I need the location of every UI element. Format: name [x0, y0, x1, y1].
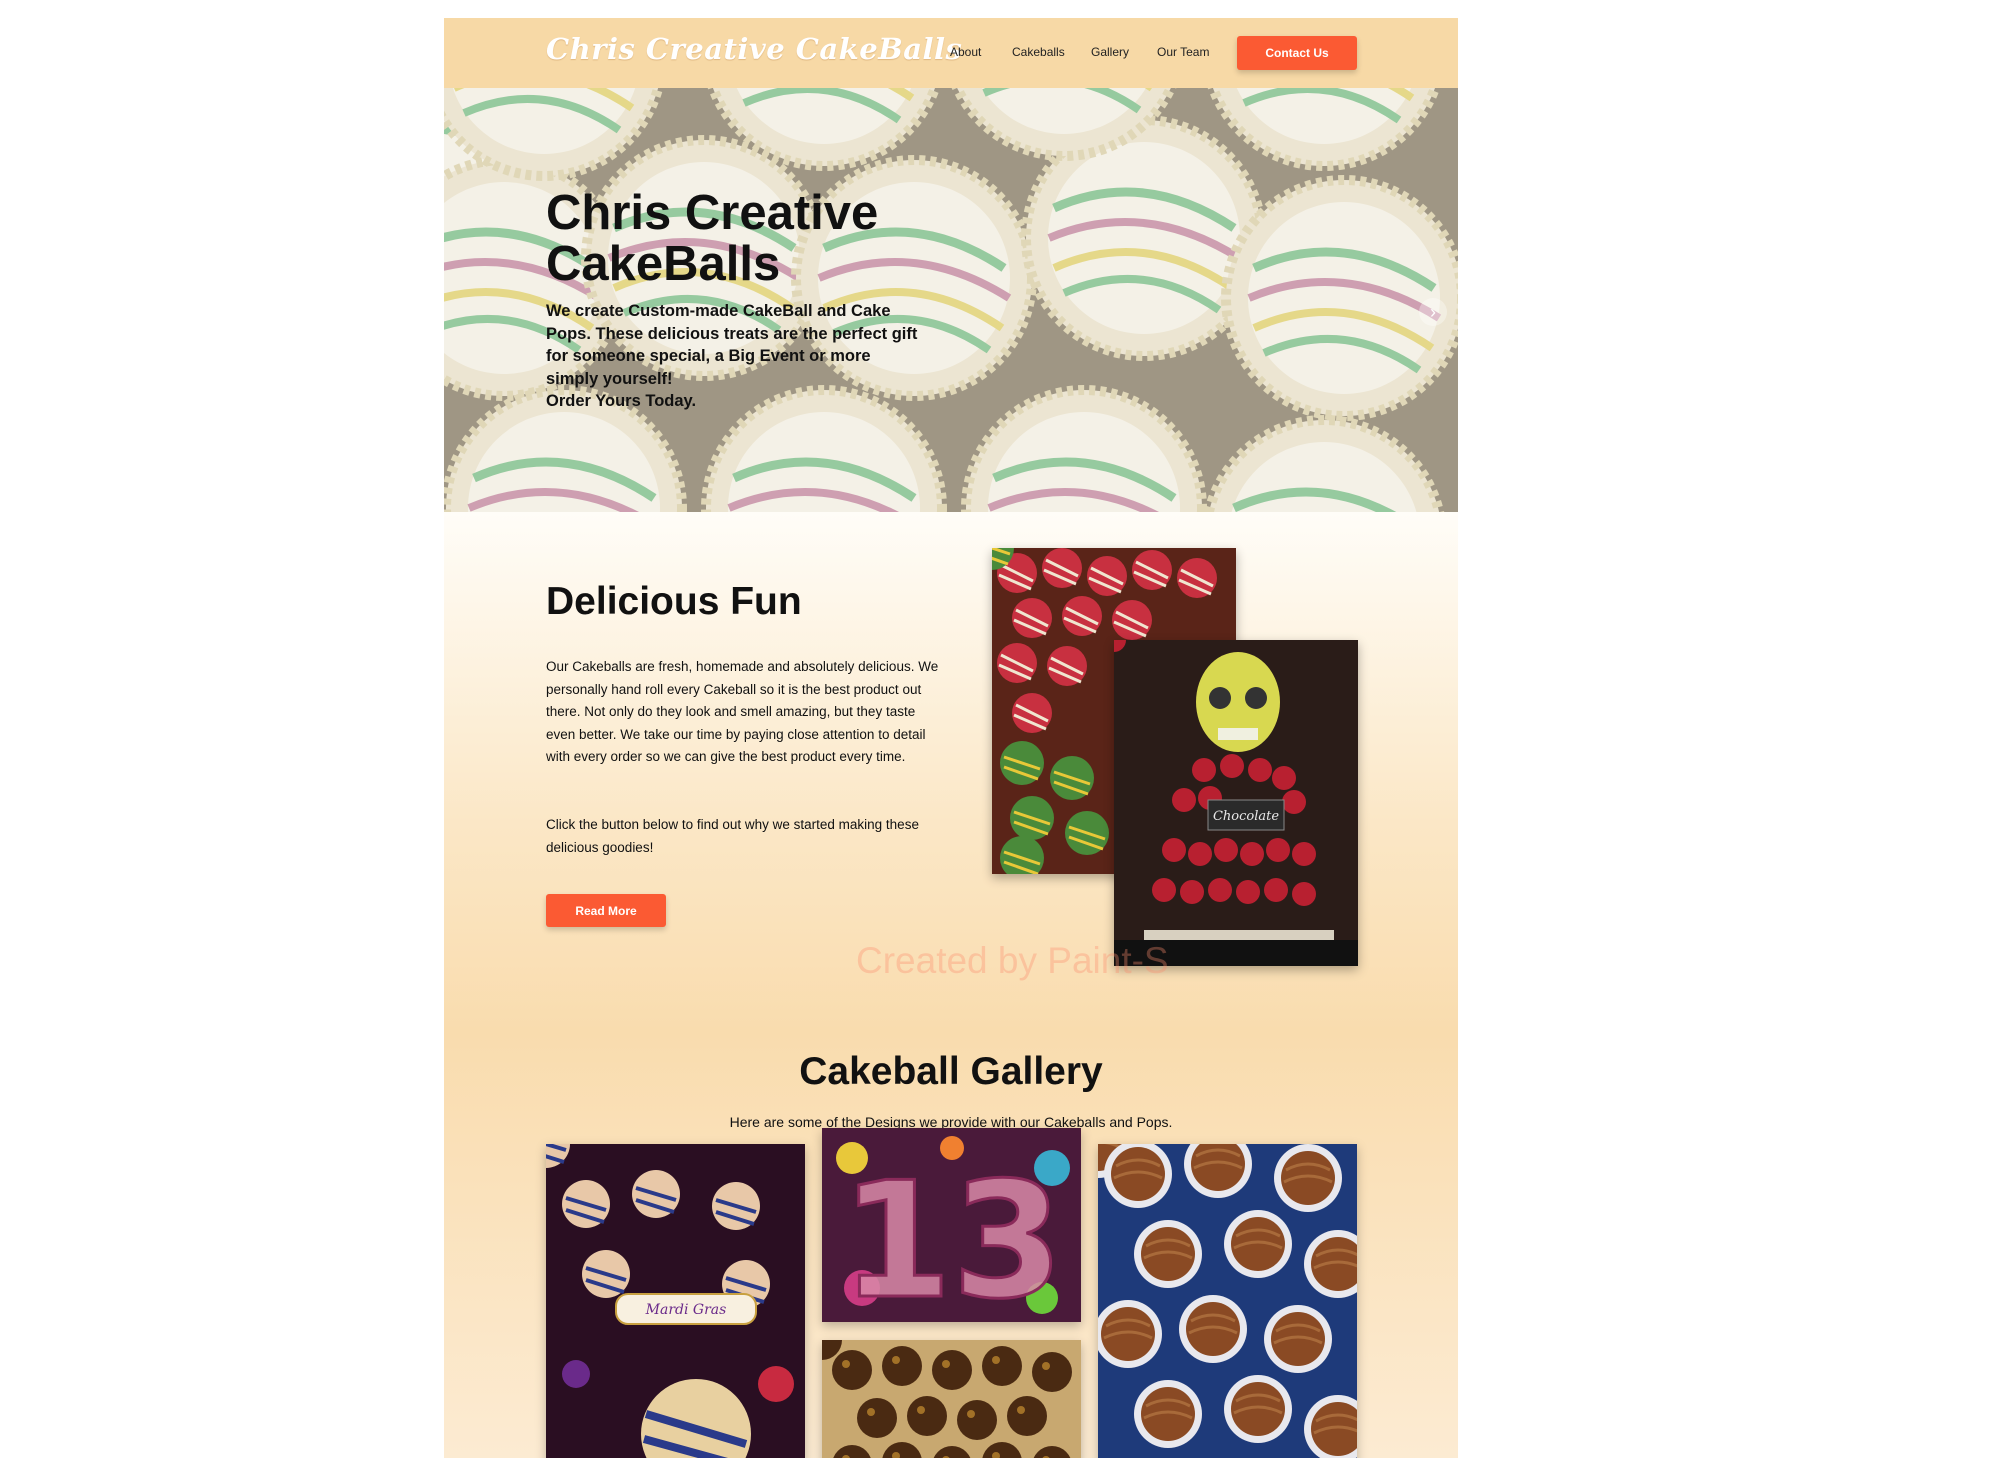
contact-us-button[interactable]: Contact Us	[1237, 36, 1357, 70]
about-section: Delicious Fun Our Cakeballs are fresh, h…	[444, 512, 1458, 1032]
watermark-text: Created by Paint-S	[856, 940, 1169, 981]
site-logo[interactable]: Chris Creative CakeBalls	[546, 32, 962, 66]
gallery-image-mardi-gras[interactable]: Mardi Gras	[546, 1144, 805, 1458]
chevron-right-icon[interactable]: ›	[1419, 298, 1447, 326]
hero-section: Chris Creative CakeBalls We create Custo…	[444, 88, 1458, 512]
gallery-image-number-13[interactable]: 13	[822, 1128, 1081, 1322]
hero-text-line1: We create Custom-made CakeBall and Cake …	[546, 302, 918, 388]
gallery-section: Cakeball Gallery Here are some of the De…	[444, 1032, 1458, 1458]
hero-title: Chris Creative CakeBalls	[546, 186, 879, 292]
site-header: Chris Creative CakeBalls About Cakeballs…	[444, 18, 1458, 88]
chocolate-sign: Chocolate	[1213, 809, 1279, 824]
nav-about[interactable]: About	[950, 45, 981, 59]
about-paragraph-1: Our Cakeballs are fresh, homemade and ab…	[546, 659, 939, 764]
skull-cakepop-display-photo: Chocolate	[1114, 640, 1358, 966]
gallery-image-chocolate-cakeballs[interactable]	[1098, 1144, 1357, 1458]
nav-cakeballs[interactable]: Cakeballs	[1012, 45, 1065, 59]
about-paragraph-2: Click the button below to find out why w…	[546, 817, 919, 855]
about-title: Delicious Fun	[546, 580, 802, 623]
gallery-image-chocolate-truffles[interactable]	[822, 1340, 1081, 1458]
mardi-gras-banner: Mardi Gras	[645, 1302, 727, 1318]
gallery-title: Cakeball Gallery	[799, 1050, 1103, 1093]
read-more-button[interactable]: Read More	[546, 894, 666, 927]
number-13-text: 13	[841, 1147, 1064, 1322]
hero-text-line2: Order Yours Today.	[546, 392, 697, 410]
hero-description: We create Custom-made CakeBall and Cake …	[546, 300, 924, 413]
page: Chris Creative CakeBalls About Cakeballs…	[444, 18, 1458, 1458]
nav-gallery[interactable]: Gallery	[1091, 45, 1129, 59]
nav-our-team[interactable]: Our Team	[1157, 45, 1209, 59]
